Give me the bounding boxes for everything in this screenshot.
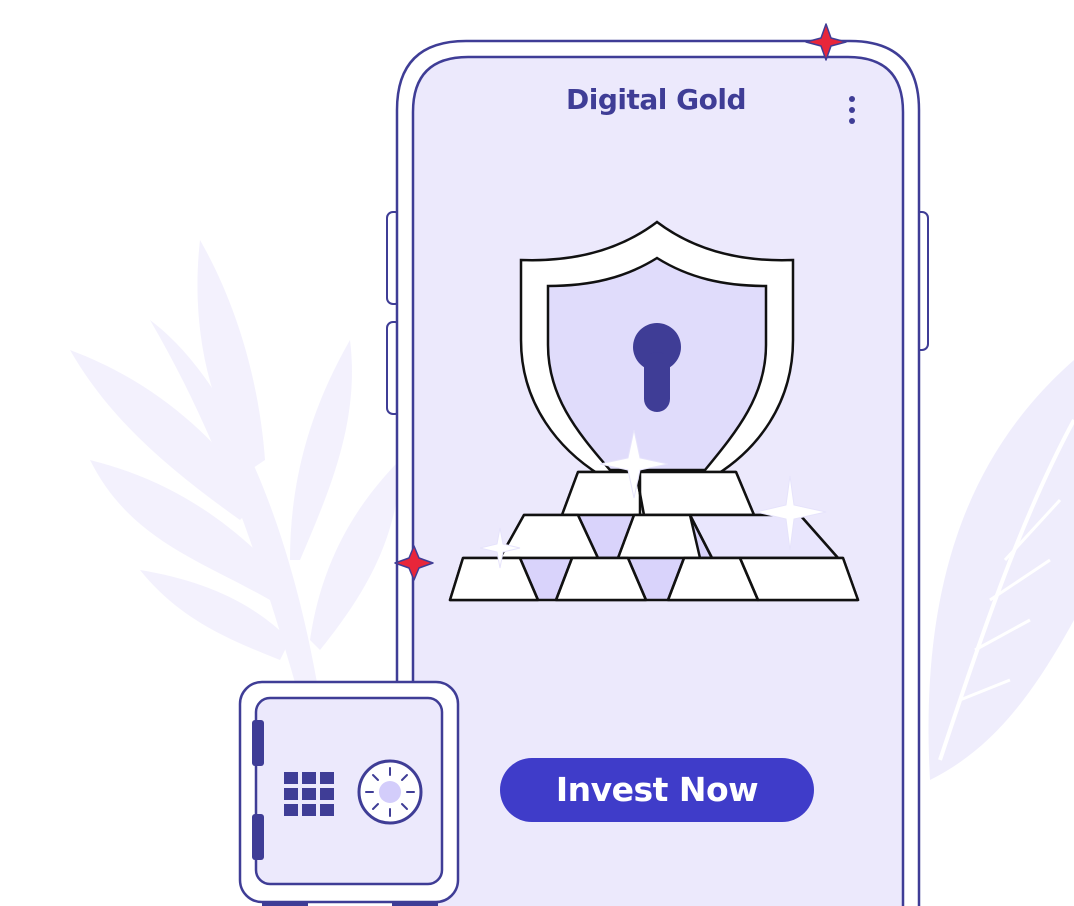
safe-icon <box>238 680 460 906</box>
invest-now-button[interactable]: Invest Now <box>500 758 814 822</box>
page-title: Digital Gold <box>566 83 746 116</box>
dial-icon <box>357 759 423 825</box>
keypad-icon <box>284 772 334 816</box>
more-options-button[interactable] <box>836 88 868 132</box>
more-vertical-icon-dot <box>849 107 855 113</box>
leaf-icon-left <box>70 240 400 700</box>
more-vertical-icon <box>849 96 855 102</box>
leaf-icon-right <box>928 360 1074 780</box>
more-vertical-icon-dot <box>849 118 855 124</box>
